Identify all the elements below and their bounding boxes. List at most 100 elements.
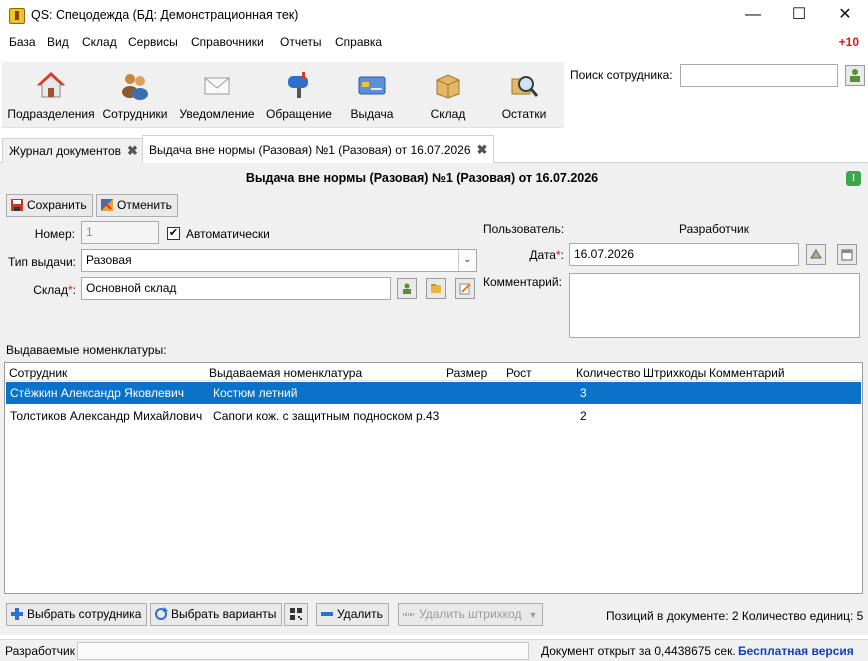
delete-button[interactable]: Удалить xyxy=(316,603,389,626)
save-button[interactable]: Сохранить xyxy=(6,194,93,217)
warehouse-field[interactable]: Основной склад xyxy=(81,277,391,300)
column-header-comment[interactable]: Комментарий xyxy=(709,366,785,380)
select-variants-label: Выбрать варианты xyxy=(171,607,277,621)
house-icon xyxy=(36,72,66,98)
employee-search-button[interactable] xyxy=(845,65,865,86)
close-tab-icon[interactable]: ✖ xyxy=(127,139,138,163)
toolbar-label: Остатки xyxy=(501,107,547,121)
issue-type-value: Разовая xyxy=(86,253,132,267)
column-header-size[interactable]: Размер xyxy=(446,366,487,380)
title-bar: QS: Спецодежда (БД: Демонстрационная тек… xyxy=(0,0,868,32)
tab-journal[interactable]: Журнал документов ✖ xyxy=(2,138,145,163)
delete-barcode-button[interactable]: Удалить штрихкод ▼ xyxy=(398,603,544,626)
select-employee-label: Выбрать сотрудника xyxy=(27,607,142,621)
user-label: Пользователь: xyxy=(483,222,565,236)
close-window-button[interactable]: ✕ xyxy=(822,0,868,32)
warehouse-label: Склад*: xyxy=(33,283,76,297)
auto-number-label: Автоматически xyxy=(186,227,270,241)
edit-icon xyxy=(459,283,471,295)
delete-barcode-label: Удалить штрихкод xyxy=(419,607,522,621)
version-link[interactable]: Бесплатная версия xyxy=(738,644,854,658)
table-row[interactable]: Стёжкин Александр Яковлевич Костюм летни… xyxy=(6,382,861,404)
window-title: QS: Спецодежда (БД: Демонстрационная тек… xyxy=(31,8,299,22)
card-icon xyxy=(358,76,386,95)
cell-quantity[interactable]: 3 xyxy=(580,386,587,400)
mailbox-icon xyxy=(288,72,308,98)
tab-label: Журнал документов xyxy=(9,144,122,158)
chevron-down-icon: ⌄ xyxy=(458,250,476,271)
items-grid-label: Выдаваемые номенклатуры: xyxy=(6,343,167,357)
tab-issue-document[interactable]: Выдача вне нормы (Разовая) №1 (Разовая) … xyxy=(142,135,495,164)
menu-servisy[interactable]: Сервисы xyxy=(128,35,178,49)
calendar-button[interactable] xyxy=(837,244,857,265)
minimize-button[interactable]: — xyxy=(730,0,776,32)
calendar-icon xyxy=(841,249,853,261)
toolbar-label: Выдача xyxy=(350,107,394,121)
warehouse-label-text: Склад xyxy=(33,283,68,297)
table-row[interactable]: Толстиков Александр Михайлович Сапоги ко… xyxy=(6,405,861,427)
warehouse-open-button[interactable] xyxy=(426,278,446,299)
employee-search-input[interactable] xyxy=(680,64,838,87)
cell-item: Костюм летний xyxy=(213,386,298,400)
maximize-button[interactable]: ☐ xyxy=(776,0,822,32)
auto-number-checkbox[interactable]: ✔ xyxy=(167,227,180,240)
toolbar-sklad-button[interactable]: Склад xyxy=(416,62,480,128)
date-field[interactable]: 16.07.2026 xyxy=(569,243,799,266)
menu-vid[interactable]: Вид xyxy=(47,35,69,49)
up-arrow-icon xyxy=(810,249,822,259)
issue-type-select[interactable]: Разовая ⌄ xyxy=(81,249,477,272)
column-header-quantity[interactable]: Количество xyxy=(576,366,640,380)
select-employee-button[interactable]: Выбрать сотрудника xyxy=(6,603,148,626)
column-header-item[interactable]: Выдаваемая номенклатура xyxy=(209,366,362,380)
menu-sklad[interactable]: Склад xyxy=(82,35,117,49)
toolbar-sotrudniki-button[interactable]: Сотрудники xyxy=(100,62,170,128)
floppy-icon xyxy=(11,199,23,211)
toolbar-label: Сотрудники xyxy=(102,107,168,121)
date-label: Дата*: xyxy=(529,248,564,262)
positions-summary: Позиций в документе: 2 Количество единиц… xyxy=(606,609,864,623)
status-progress-box xyxy=(77,642,529,660)
comment-textarea[interactable] xyxy=(569,273,860,338)
notification-badge[interactable]: +10 xyxy=(839,35,859,49)
menu-otchety[interactable]: Отчеты xyxy=(280,35,321,49)
toolbar-obrashchenie-button[interactable]: Обращение xyxy=(260,62,338,128)
app-logo-icon xyxy=(9,8,25,24)
status-bar: Разработчик Документ открыт за 0,4438675… xyxy=(0,639,868,661)
toolbar-vydacha-button[interactable]: Выдача xyxy=(342,62,402,128)
qr-code-icon xyxy=(290,608,302,620)
menu-spravka[interactable]: Справка xyxy=(335,35,382,49)
chevron-down-icon: ▼ xyxy=(528,610,538,620)
column-header-employee[interactable]: Сотрудник xyxy=(9,366,67,380)
column-header-barcodes[interactable]: Штрихкоды xyxy=(643,366,706,380)
delete-label: Удалить xyxy=(337,607,383,621)
menu-baza[interactable]: База xyxy=(9,35,36,49)
people-icon xyxy=(122,74,148,100)
tab-label: Выдача вне нормы (Разовая) №1 (Разовая) … xyxy=(149,143,471,157)
warehouse-select-button[interactable] xyxy=(397,278,417,299)
cancel-button[interactable]: Отменить xyxy=(96,194,178,217)
main-toolbar: Подразделения Сотрудники Уведомление Обр… xyxy=(2,62,564,128)
help-icon[interactable]: ! xyxy=(846,171,861,186)
toolbar-podrazdeleniya-button[interactable]: Подразделения xyxy=(6,62,96,128)
toolbar-label: Обращение xyxy=(266,107,332,121)
items-grid: Сотрудник Выдаваемая номенклатура Размер… xyxy=(4,362,863,594)
close-tab-icon[interactable]: ✖ xyxy=(477,136,488,164)
barcode-icon xyxy=(403,613,414,616)
search-label: Поиск сотрудника: xyxy=(570,68,673,82)
cell-quantity[interactable]: 2 xyxy=(580,409,587,423)
menu-spravochniki[interactable]: Справочники xyxy=(191,35,264,49)
select-variants-button[interactable]: Выбрать варианты xyxy=(150,603,283,626)
date-today-button[interactable] xyxy=(806,244,826,265)
cancel-icon xyxy=(101,199,113,211)
warehouse-edit-button[interactable] xyxy=(455,278,475,299)
toolbar-ostatki-button[interactable]: Остатки xyxy=(494,62,554,128)
number-label: Номер: xyxy=(34,227,75,241)
menu-bar: База Вид Склад Сервисы Справочники Отчет… xyxy=(0,32,868,52)
cell-employee: Толстиков Александр Михайлович xyxy=(10,409,203,423)
toolbar-label: Склад xyxy=(430,107,466,121)
column-header-height[interactable]: Рост xyxy=(506,366,532,380)
qr-code-button[interactable] xyxy=(284,603,308,626)
toolbar-uvedomlenie-button[interactable]: Уведомление xyxy=(176,62,258,128)
number-field[interactable]: 1 xyxy=(81,221,159,244)
cell-item: Сапоги кож. с защитным подноском р.43 xyxy=(213,409,440,423)
